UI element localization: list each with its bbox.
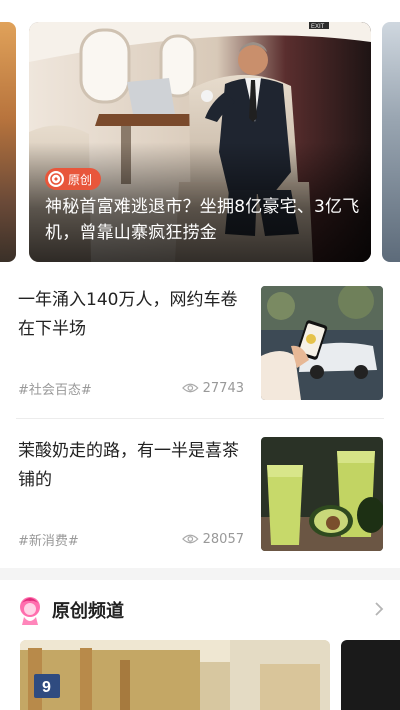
hero-carousel[interactable]: EXIT 原创 神秘首富难逃退市？坐拥8亿豪宅、3亿飞机，曾靠山寨疯狂捞金 <box>0 0 400 268</box>
channel-card-dorm-photo[interactable]: 9 <box>20 640 330 710</box>
original-badge-label: 原创 <box>68 172 93 187</box>
article-title[interactable]: 一年涌入140万人，网约车卷在下半场 <box>18 286 240 344</box>
channel-title: 原创频道 <box>52 601 124 622</box>
article-feed: 一年涌入140万人，网约车卷在下半场 #社会百态# 27743 茉酸奶走的路，有… <box>0 268 400 568</box>
exit-sign-text: EXIT <box>311 24 325 30</box>
original-mark-icon <box>48 171 64 187</box>
eye-icon <box>182 383 199 393</box>
chevron-right-icon[interactable] <box>370 600 388 618</box>
view-count-number: 28057 <box>202 531 244 547</box>
view-count: 27743 <box>182 379 244 397</box>
view-count: 28057 <box>182 530 244 548</box>
phone-ride-app-photo[interactable] <box>261 286 383 400</box>
article-title[interactable]: 茉酸奶走的路，有一半是喜茶铺的 <box>18 437 240 495</box>
article-tag[interactable]: #新消费# <box>18 530 79 549</box>
eye-icon <box>182 534 199 544</box>
avocado-smoothie-photo[interactable] <box>261 437 383 551</box>
room-number: 9 <box>42 679 51 696</box>
next-slide-preview[interactable] <box>382 22 400 262</box>
original-channel-section: 原创频道 9 <box>0 580 400 710</box>
view-count-number: 27743 <box>202 380 244 396</box>
list-item[interactable]: 一年涌入140万人，网约车卷在下半场 #社会百态# 27743 <box>0 268 400 419</box>
previous-slide-preview[interactable] <box>0 22 16 262</box>
hero-card[interactable]: EXIT 原创 神秘首富难逃退市？坐拥8亿豪宅、3亿飞机，曾靠山寨疯狂捞金 <box>29 22 371 262</box>
channel-card-preview[interactable] <box>341 640 400 710</box>
channel-header[interactable]: 原创频道 <box>16 594 124 626</box>
hero-title[interactable]: 神秘首富难逃退市？坐拥8亿豪宅、3亿飞机，曾靠山寨疯狂捞金 <box>45 194 363 246</box>
article-tag[interactable]: #社会百态# <box>18 379 92 398</box>
original-badge: 原创 <box>45 168 102 190</box>
original-channel-icon <box>20 597 40 625</box>
list-item[interactable]: 茉酸奶走的路，有一半是喜茶铺的 #新消费# 28057 <box>0 419 400 569</box>
